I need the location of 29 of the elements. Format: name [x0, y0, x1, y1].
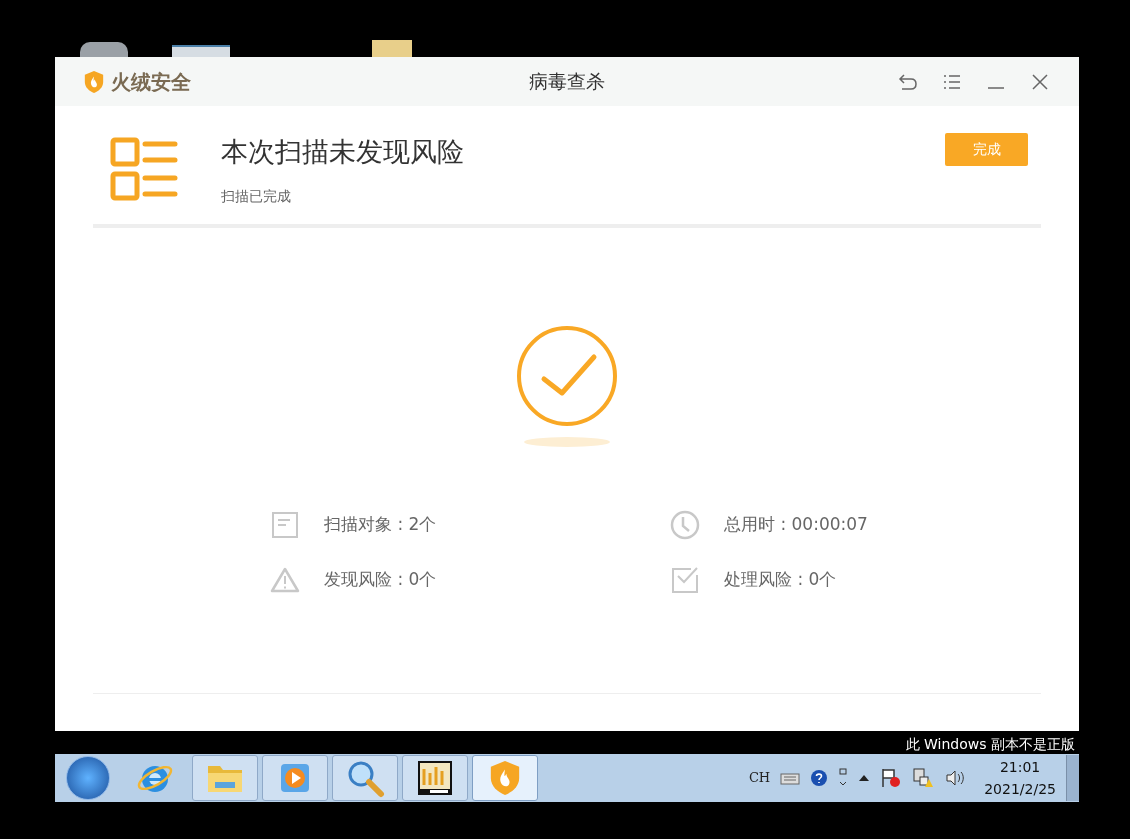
checkbox-tick-icon	[671, 566, 699, 594]
network-icon[interactable]	[912, 767, 935, 789]
help-icon[interactable]	[810, 769, 829, 787]
clock-date[interactable]: 2021/2/25	[984, 778, 1056, 800]
taskbar-app[interactable]	[402, 755, 468, 801]
brand-name: 火绒安全	[111, 68, 191, 96]
shield-logo-icon	[488, 759, 522, 797]
activation-notice: 此 Windows 副本不是正版	[905, 735, 1075, 754]
play-icon[interactable]	[278, 761, 312, 795]
clock-time[interactable]: 21:01	[999, 756, 1041, 778]
shield-logo-icon	[83, 68, 105, 95]
desktop-bin-icon[interactable]	[80, 42, 128, 58]
monitor-graph-icon[interactable]	[416, 759, 454, 797]
language-indicator[interactable]: CH	[748, 768, 771, 788]
start-button[interactable]	[66, 756, 110, 800]
stat-text: 扫描对象 : 2个	[324, 513, 437, 537]
result-title: 本次扫描未发现风险	[221, 135, 464, 169]
up-triangle-icon[interactable]	[858, 774, 871, 782]
stat-text: 总用时 : 00:00:07	[724, 513, 868, 537]
warning-icon	[270, 567, 300, 593]
keyboard-icon[interactable]	[780, 771, 801, 785]
document-icon	[272, 512, 298, 538]
check-circle-icon	[516, 325, 618, 427]
window-title: 病毒查杀	[529, 69, 605, 95]
stat-text: 处理风险 : 0个	[724, 568, 837, 592]
flag-icon[interactable]	[880, 767, 903, 789]
clock-icon	[670, 510, 700, 540]
stat-text: 发现风险 : 0个	[324, 568, 437, 592]
result-subtitle: 扫描已完成	[221, 187, 292, 206]
